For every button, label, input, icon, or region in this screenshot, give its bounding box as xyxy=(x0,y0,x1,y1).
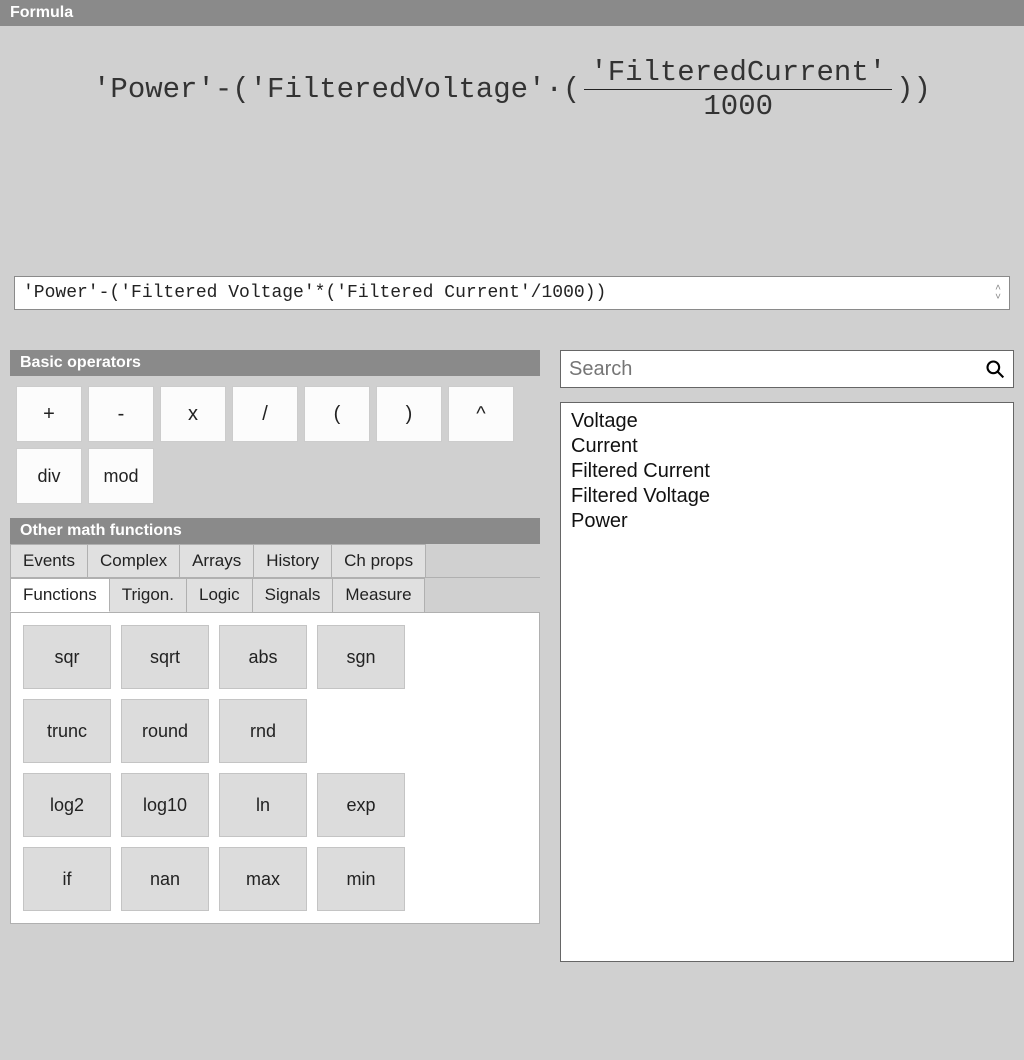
func-sgn[interactable]: sgn xyxy=(317,625,405,689)
tab-events[interactable]: Events xyxy=(10,544,88,577)
op-pow[interactable]: ^ xyxy=(448,386,514,442)
variable-item[interactable]: Filtered Voltage xyxy=(571,484,1003,509)
func-nan[interactable]: nan xyxy=(121,847,209,911)
functions-tab-content: sqrsqrtabssgn truncroundrnd log2log10lnexp… xyxy=(10,613,540,924)
tab-signals[interactable]: Signals xyxy=(252,578,334,612)
variable-list: VoltageCurrentFiltered CurrentFiltered V… xyxy=(560,402,1014,962)
variable-item[interactable]: Power xyxy=(571,509,1003,534)
chevron-down-icon[interactable]: ˅ xyxy=(990,294,1006,302)
func-log10[interactable]: log10 xyxy=(121,773,209,837)
formula-input-container: 'Power'-('Filtered Voltage'*('Filtered C… xyxy=(14,276,1010,310)
tabs-row-2: Functions Trigon. Logic Signals Measure xyxy=(10,578,540,613)
func-ln[interactable]: ln xyxy=(219,773,307,837)
func-if[interactable]: if xyxy=(23,847,111,911)
formula-input[interactable]: 'Power'-('Filtered Voltage'*('Filtered C… xyxy=(14,276,1010,310)
tab-functions[interactable]: Functions xyxy=(10,578,110,612)
op-plus[interactable]: + xyxy=(16,386,82,442)
formula-fraction: 'FilteredCurrent' 1000 xyxy=(584,56,892,123)
tab-chprops[interactable]: Ch props xyxy=(331,544,426,577)
variable-item[interactable]: Current xyxy=(571,434,1003,459)
op-div[interactable]: / xyxy=(232,386,298,442)
search-icon[interactable] xyxy=(985,359,1005,379)
func-rnd[interactable]: rnd xyxy=(219,699,307,763)
variable-item[interactable]: Voltage xyxy=(571,409,1003,434)
tab-measure[interactable]: Measure xyxy=(332,578,424,612)
func-sqr[interactable]: sqr xyxy=(23,625,111,689)
op-intdiv[interactable]: div xyxy=(16,448,82,504)
formula-render-area: 'Power'-('FilteredVoltage'·( 'FilteredCu… xyxy=(0,26,1024,276)
func-trunc[interactable]: trunc xyxy=(23,699,111,763)
search-input[interactable] xyxy=(569,358,985,381)
op-minus[interactable]: - xyxy=(88,386,154,442)
formula-panel-header: Formula xyxy=(0,0,1024,26)
fraction-denominator: 1000 xyxy=(697,90,779,123)
basic-operators-header: Basic operators xyxy=(10,350,540,376)
tab-logic[interactable]: Logic xyxy=(186,578,253,612)
op-rparen[interactable]: ) xyxy=(376,386,442,442)
variable-item[interactable]: Filtered Current xyxy=(571,459,1003,484)
fraction-numerator: 'FilteredCurrent' xyxy=(584,56,892,90)
func-abs[interactable]: abs xyxy=(219,625,307,689)
func-exp[interactable]: exp xyxy=(317,773,405,837)
formula-input-spinner[interactable]: ˄ ˅ xyxy=(990,285,1006,302)
op-mod[interactable]: mod xyxy=(88,448,154,504)
func-max[interactable]: max xyxy=(219,847,307,911)
op-mult[interactable]: x xyxy=(160,386,226,442)
tab-trigon[interactable]: Trigon. xyxy=(109,578,187,612)
func-round[interactable]: round xyxy=(121,699,209,763)
func-sqrt[interactable]: sqrt xyxy=(121,625,209,689)
operators-grid: + - x / ( ) ^ div mod xyxy=(10,376,540,518)
tab-arrays[interactable]: Arrays xyxy=(179,544,254,577)
op-lparen[interactable]: ( xyxy=(304,386,370,442)
tab-history[interactable]: History xyxy=(253,544,332,577)
func-min[interactable]: min xyxy=(317,847,405,911)
formula-render-suffix: )) xyxy=(896,73,931,106)
tabs-row-1: Events Complex Arrays History Ch props xyxy=(10,544,540,578)
tab-complex[interactable]: Complex xyxy=(87,544,180,577)
search-box[interactable] xyxy=(560,350,1014,388)
formula-render-prefix: 'Power'-('FilteredVoltage'·( xyxy=(93,73,580,106)
other-functions-header: Other math functions xyxy=(10,518,540,544)
func-log2[interactable]: log2 xyxy=(23,773,111,837)
formula-render: 'Power'-('FilteredVoltage'·( 'FilteredCu… xyxy=(93,56,931,123)
